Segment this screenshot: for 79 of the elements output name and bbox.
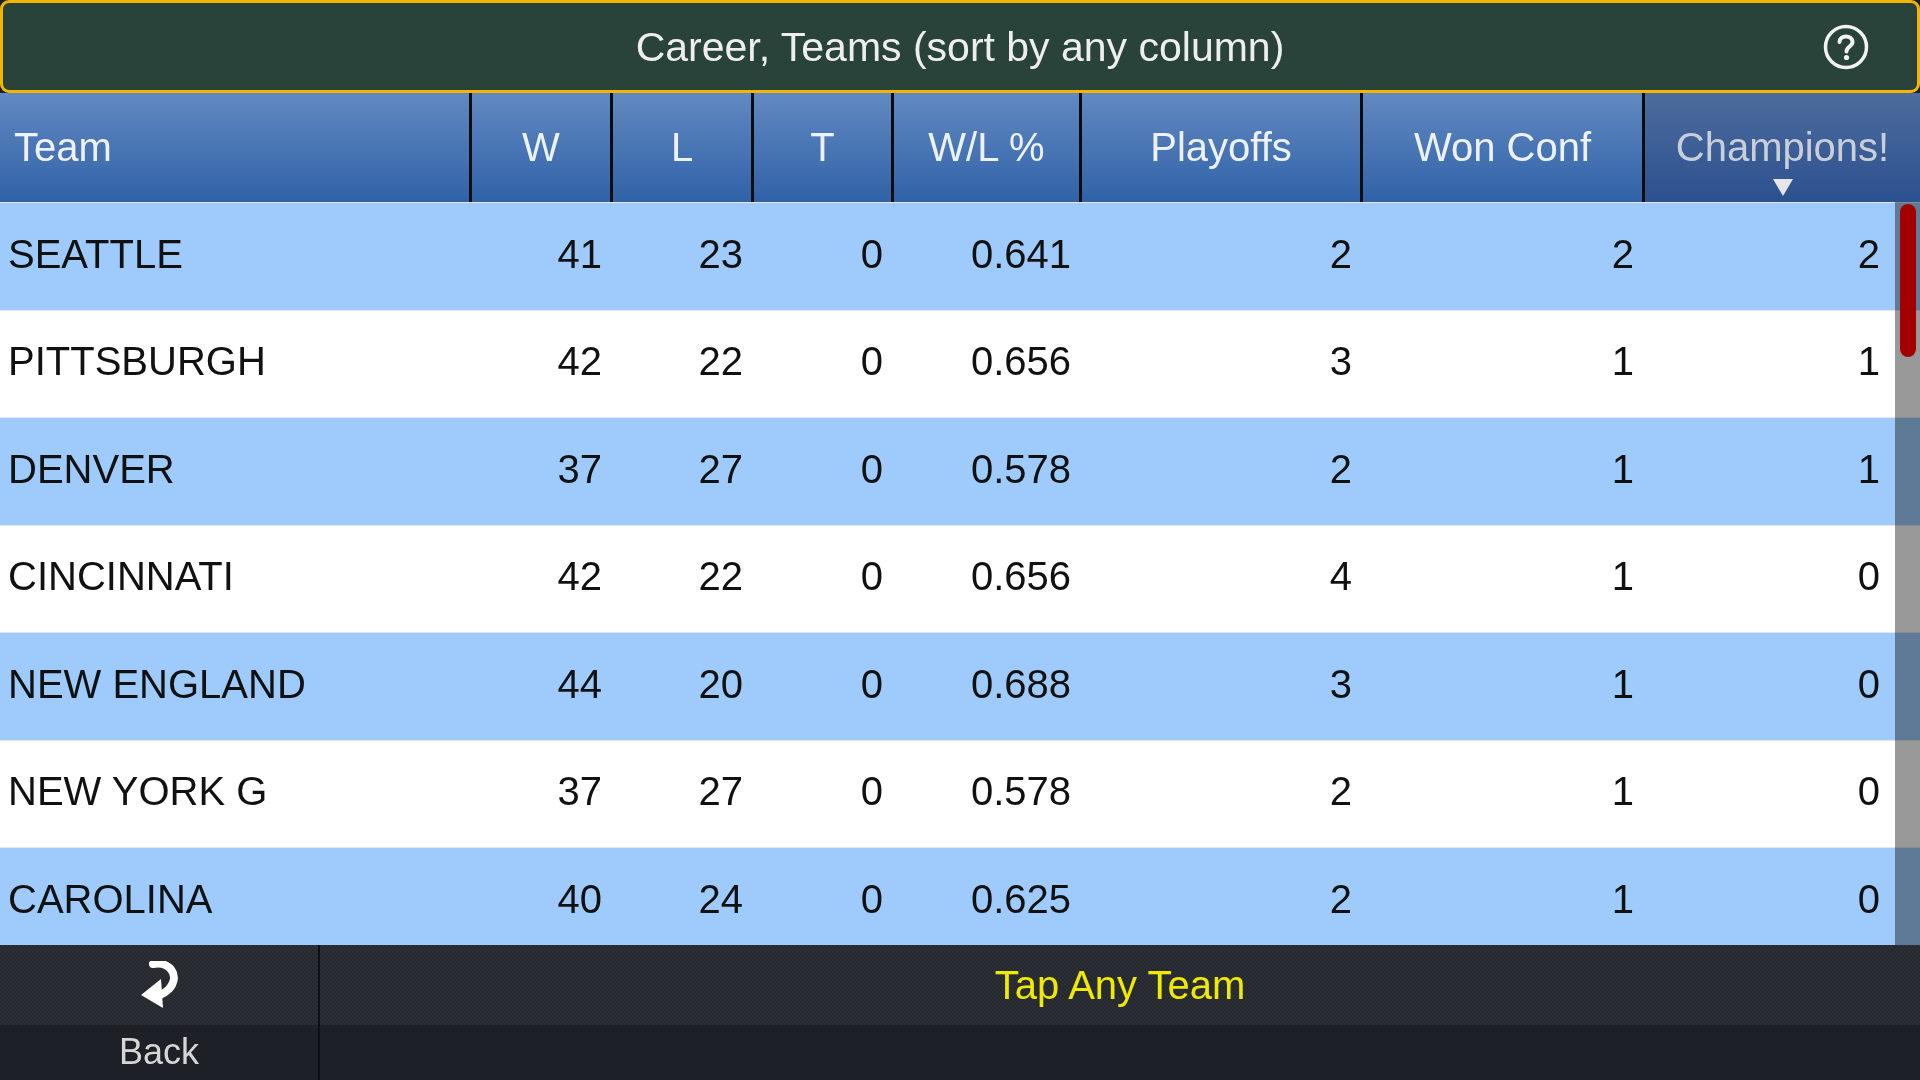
table-cell-text: CAROLINA bbox=[7, 875, 214, 923]
table-cell-text: SEATTLE bbox=[7, 230, 184, 278]
column-header[interactable]: W/L % bbox=[891, 93, 1079, 202]
window-title: Career, Teams (sort by any column) bbox=[635, 22, 1285, 71]
table-cell-text: 1 bbox=[1856, 338, 1881, 386]
table-cell-text: 4 bbox=[1328, 553, 1353, 601]
table-cell-text: 41 bbox=[556, 230, 603, 278]
table-cell-text: 1 bbox=[1856, 445, 1881, 493]
help-icon[interactable] bbox=[1823, 24, 1869, 70]
table-cell-text: DENVER bbox=[7, 445, 176, 493]
table-row[interactable]: CAROLINA 40 24 0 0.625 2 1 0 bbox=[0, 847, 1920, 945]
table-cell-text: 0 bbox=[1856, 768, 1881, 816]
table-cell-text: 0 bbox=[1856, 875, 1881, 923]
table-row[interactable]: NEW YORK G 37 27 0 0.578 2 1 0 bbox=[0, 739, 1920, 847]
table-cell-text: 0 bbox=[859, 768, 884, 816]
table-cell-text: 22 bbox=[697, 338, 744, 386]
table-cell-text: 0 bbox=[859, 660, 884, 708]
table-cell-text: 1 bbox=[1610, 445, 1635, 493]
table-cell-text: 3 bbox=[1328, 338, 1353, 386]
table-cell-text: 1 bbox=[1610, 338, 1635, 386]
table-cell-text: 0.578 bbox=[969, 768, 1072, 816]
table-cell-text: 0 bbox=[859, 445, 884, 493]
table-cell-text: 20 bbox=[697, 660, 744, 708]
column-header[interactable]: Team bbox=[0, 93, 469, 202]
sort-arrow-icon bbox=[1772, 179, 1793, 196]
table-cell-text: 2 bbox=[1328, 875, 1353, 923]
table-cell-text: 0 bbox=[859, 338, 884, 386]
table-row[interactable]: CINCINNATI 42 22 0 0.656 4 1 0 bbox=[0, 524, 1920, 632]
table-cell-text: 40 bbox=[556, 875, 603, 923]
table-cell-text: 42 bbox=[556, 553, 603, 601]
table-cell-text: 0 bbox=[859, 553, 884, 601]
column-header[interactable]: T bbox=[751, 93, 891, 202]
column-header[interactable]: W bbox=[469, 93, 610, 202]
column-header[interactable]: Won Conf bbox=[1360, 93, 1642, 202]
scrollbar[interactable] bbox=[1895, 202, 1920, 945]
table-cell-text: 0.656 bbox=[969, 338, 1072, 386]
table-cell-text: 2 bbox=[1610, 230, 1635, 278]
table-cell-text: 2 bbox=[1328, 445, 1353, 493]
table-cell-text: 0 bbox=[859, 230, 884, 278]
column-header[interactable]: Champions! bbox=[1642, 93, 1920, 202]
table-cell-text: 0 bbox=[1856, 553, 1881, 601]
table-cell-text: 42 bbox=[556, 338, 603, 386]
table-cell-text: NEW YORK G bbox=[7, 768, 269, 816]
scrollbar-thumb[interactable] bbox=[1900, 204, 1916, 357]
table-cell-text: 1 bbox=[1610, 660, 1635, 708]
column-header[interactable]: L bbox=[610, 93, 751, 202]
table-cell-text: 0.578 bbox=[969, 445, 1072, 493]
table-cell-text: PITTSBURGH bbox=[7, 338, 267, 386]
table-cell-text: 1 bbox=[1610, 553, 1635, 601]
table-row[interactable]: NEW ENGLAND 44 20 0 0.688 3 1 0 bbox=[0, 632, 1920, 740]
column-header[interactable]: Playoffs bbox=[1079, 93, 1360, 202]
table-cell-text: 1 bbox=[1610, 768, 1635, 816]
table-cell-text: 37 bbox=[556, 445, 603, 493]
table-cell-text: NEW ENGLAND bbox=[7, 660, 307, 708]
table-cell-text: 27 bbox=[697, 445, 744, 493]
table-cell-text: 0.688 bbox=[969, 660, 1072, 708]
table-cell-text: 22 bbox=[697, 553, 744, 601]
table-cell-text: 0.656 bbox=[969, 553, 1072, 601]
hint-text: Tap Any Team bbox=[994, 962, 1246, 1009]
table-row[interactable]: DENVER 37 27 0 0.578 2 1 1 bbox=[0, 417, 1920, 525]
table-cell-text: 27 bbox=[697, 768, 744, 816]
table-cell-text: 24 bbox=[697, 875, 744, 923]
table-cell-text: 23 bbox=[697, 230, 744, 278]
table-cell-text: 0.625 bbox=[969, 875, 1072, 923]
back-button[interactable]: Back bbox=[0, 945, 320, 1080]
table-cell-text: 2 bbox=[1856, 230, 1881, 278]
table-cell-text: 44 bbox=[556, 660, 603, 708]
table-cell-text: 0.641 bbox=[969, 230, 1072, 278]
return-arrow-icon bbox=[139, 961, 179, 1009]
table-cell-text: 1 bbox=[1610, 875, 1635, 923]
table-cell-text: 2 bbox=[1328, 230, 1353, 278]
table-row[interactable]: PITTSBURGH 42 22 0 0.656 3 1 1 bbox=[0, 309, 1920, 417]
table-cell-text: 37 bbox=[556, 768, 603, 816]
table-cell-text: 0 bbox=[1856, 660, 1881, 708]
table-row[interactable]: SEATTLE 41 23 0 0.641 2 2 2 bbox=[0, 202, 1920, 310]
table-cell-text: 3 bbox=[1328, 660, 1353, 708]
table-cell-text: 2 bbox=[1328, 768, 1353, 816]
table-cell-text: CINCINNATI bbox=[7, 553, 235, 601]
table-cell-text: 0 bbox=[859, 875, 884, 923]
